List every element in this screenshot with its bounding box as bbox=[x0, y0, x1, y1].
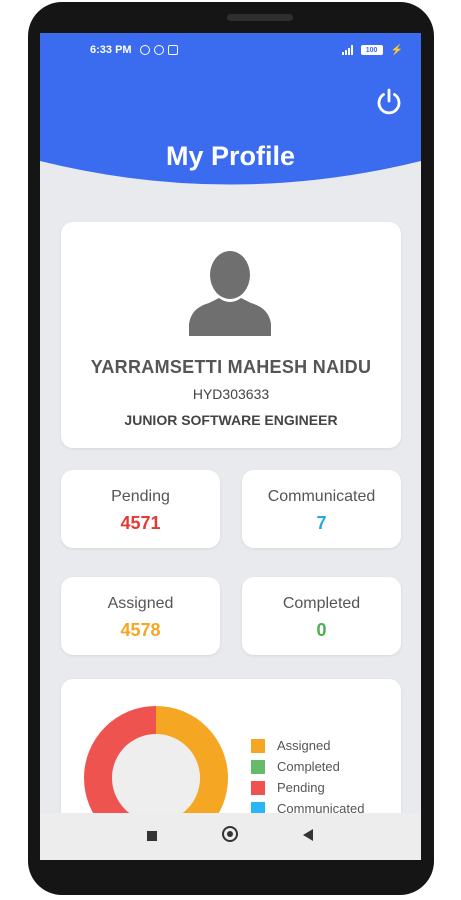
donut-center bbox=[112, 734, 200, 822]
legend-item-completed: Completed bbox=[251, 756, 364, 777]
communicated-count: 7 bbox=[316, 513, 327, 533]
profile-card: YARRAMSETTI MAHESH NAIDU HYD303633 JUNIO… bbox=[61, 222, 401, 448]
legend-label: Completed bbox=[277, 759, 340, 774]
legend-swatch bbox=[251, 780, 265, 795]
legend-label: Pending bbox=[277, 780, 325, 795]
notification-icon bbox=[153, 45, 164, 55]
chart-legend: Assigned Completed Pending Communicated bbox=[251, 735, 364, 819]
power-icon[interactable] bbox=[373, 86, 405, 118]
pending-count: 4571 bbox=[120, 513, 161, 533]
signal-icon bbox=[341, 45, 353, 55]
status-bar: 6:33 PM 100 ⚡ bbox=[40, 33, 421, 67]
back-button[interactable] bbox=[303, 829, 313, 841]
app-screen: 6:33 PM 100 ⚡ My Profile YARRAMSETTI MAH… bbox=[40, 33, 421, 860]
notification-icon bbox=[139, 45, 150, 55]
android-nav-bar bbox=[40, 813, 421, 860]
communicated-stat-card[interactable]: Communicated 7 bbox=[242, 470, 401, 548]
notification-icons bbox=[139, 45, 178, 55]
avatar-icon bbox=[189, 251, 271, 336]
legend-swatch bbox=[251, 738, 265, 753]
charging-icon: ⚡ bbox=[390, 44, 403, 56]
pending-stat-card[interactable]: Pending 4571 bbox=[61, 470, 220, 548]
speaker-notch bbox=[227, 14, 293, 21]
assigned-label: Assigned bbox=[107, 595, 174, 612]
legend-item-assigned: Assigned bbox=[251, 735, 364, 756]
completed-stat-card[interactable]: Completed 0 bbox=[242, 577, 401, 655]
completed-count: 0 bbox=[316, 620, 327, 640]
pending-label: Pending bbox=[111, 488, 170, 505]
legend-swatch bbox=[251, 759, 265, 774]
recent-apps-button[interactable] bbox=[147, 831, 157, 841]
page-title: My Profile bbox=[165, 141, 296, 171]
employee-id: HYD303633 bbox=[192, 386, 270, 402]
home-button[interactable] bbox=[222, 826, 238, 842]
completed-label: Completed bbox=[282, 595, 361, 612]
legend-label: Assigned bbox=[277, 738, 331, 753]
employee-role: JUNIOR SOFTWARE ENGINEER bbox=[124, 412, 338, 428]
communicated-label: Communicated bbox=[267, 488, 376, 505]
status-time: 6:33 PM bbox=[90, 44, 132, 56]
assigned-count: 4578 bbox=[120, 620, 161, 640]
assigned-stat-card[interactable]: Assigned 4578 bbox=[61, 577, 220, 655]
legend-item-pending: Pending bbox=[251, 777, 364, 798]
employee-name: YARRAMSETTI MAHESH NAIDU bbox=[90, 357, 372, 377]
notification-icon bbox=[167, 45, 178, 55]
battery-icon: 100 bbox=[360, 45, 383, 55]
